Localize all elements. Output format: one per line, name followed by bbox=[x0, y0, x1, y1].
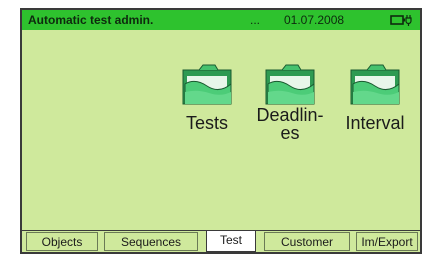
screen: Automatic test admin. ... 01.07.2008 Tes… bbox=[20, 8, 422, 254]
menu-item-interval[interactable]: Interval bbox=[334, 62, 416, 132]
tab-test[interactable]: Test bbox=[206, 230, 256, 252]
main-content: Tests Deadlin- es Interval bbox=[22, 30, 420, 231]
tab-customer[interactable]: Customer bbox=[264, 232, 350, 251]
folder-icon bbox=[182, 64, 232, 105]
tab-sequences[interactable]: Sequences bbox=[104, 232, 198, 251]
date-display: 01.07.2008 bbox=[284, 13, 345, 27]
battery-charging-icon bbox=[390, 15, 412, 26]
menu-item-label: Deadlin- es bbox=[256, 105, 324, 143]
title-ellipsis: ... bbox=[250, 13, 261, 27]
menu-item-deadlines[interactable]: Deadlin- es bbox=[249, 62, 331, 142]
tab-bar: Objects Sequences Test Customer Im/Expor… bbox=[22, 230, 420, 252]
folder-icon bbox=[265, 64, 315, 105]
menu-item-tests[interactable]: Tests bbox=[166, 62, 248, 132]
folder-icon bbox=[350, 64, 400, 105]
menu-item-label: Interval bbox=[345, 113, 405, 133]
title-bar: Automatic test admin. ... 01.07.2008 bbox=[22, 10, 420, 30]
tab-objects[interactable]: Objects bbox=[26, 232, 98, 251]
tab-im-export[interactable]: Im/Export bbox=[356, 232, 418, 251]
menu-item-label: Tests bbox=[185, 113, 228, 133]
app-title: Automatic test admin. bbox=[28, 13, 154, 27]
